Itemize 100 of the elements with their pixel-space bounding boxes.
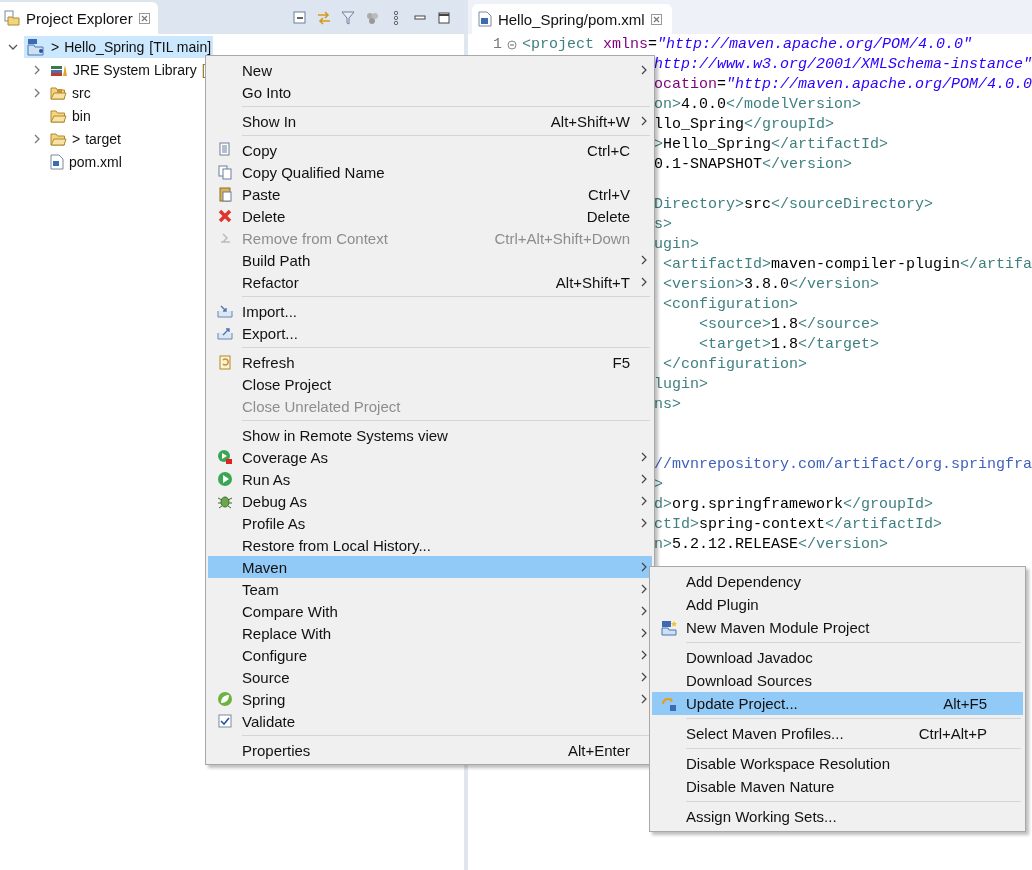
menu-item[interactable]: Show In Alt+Shift+W — [208, 110, 652, 132]
maven-file-icon — [477, 11, 492, 27]
menu-item[interactable]: Copy Qualified Name — [208, 161, 652, 183]
menu-item[interactable]: Disable Maven Nature — [652, 775, 1023, 798]
item-label: bin — [72, 107, 91, 124]
export-icon — [217, 325, 233, 341]
menu-item[interactable]: Source — [208, 666, 652, 688]
maven-update-icon — [661, 695, 677, 712]
tree-item[interactable]: bin — [48, 104, 93, 127]
tree-item[interactable]: > target — [48, 127, 123, 150]
code-line: d>org.springframework</groupId> — [653, 495, 933, 515]
menu-item[interactable]: New Maven Module Project — [652, 616, 1023, 639]
git-marker: > — [72, 130, 81, 147]
tree-item[interactable]: pom.xml — [48, 150, 124, 173]
menu-item[interactable]: Disable Workspace Resolution — [652, 752, 1023, 775]
menu-item[interactable]: Assign Working Sets... — [652, 805, 1023, 828]
folder-icon — [50, 131, 67, 146]
code-line: ugin> — [653, 235, 699, 255]
delete-icon — [217, 208, 233, 224]
xml-file-icon — [50, 153, 64, 170]
item-label: Hello_Spring — [64, 38, 145, 55]
code-line: <source>1.8</source> — [697, 315, 879, 335]
code-line: http://www.w3.org/2001/XMLSchema-instance" — [653, 55, 1032, 75]
menu-item[interactable]: Add Dependency — [652, 570, 1023, 593]
code-line: n>5.2.12.RELEASE</version> — [653, 535, 888, 555]
maven-module-icon — [661, 619, 677, 636]
code-line: 0.1-SNAPSHOT</version> — [653, 155, 852, 175]
code-line: <version>3.8.0</version> — [661, 275, 879, 295]
item-label: JRE System Library — [73, 61, 197, 78]
menu-item[interactable]: Coverage As — [208, 446, 652, 468]
source-folder-icon — [50, 85, 67, 100]
refresh-icon — [217, 354, 233, 370]
menu-item[interactable]: Debug As — [208, 490, 652, 512]
code-line: <artifactId>maven-compiler-plugin</artifa — [661, 255, 1032, 275]
code-line: </configuration> — [661, 355, 807, 375]
menu-item[interactable]: Spring — [208, 688, 652, 710]
code-line: ocation="http://maven.apache.org/POM/4.0.0 — [653, 75, 1032, 95]
code-line: s> — [653, 215, 672, 235]
menu-item[interactable]: Refactor Alt+Shift+T — [208, 271, 652, 293]
menu-item[interactable]: New — [208, 59, 652, 81]
expand-chevron-icon[interactable] — [32, 64, 42, 75]
menu-item[interactable]: Profile As — [208, 512, 652, 534]
filter-icon[interactable] — [339, 10, 356, 26]
menu-item[interactable]: Add Plugin — [652, 593, 1023, 616]
code-line: on>4.0.0</modelVersion> — [653, 95, 861, 115]
menu-item[interactable]: Team — [208, 578, 652, 600]
menu-item[interactable]: Export... — [208, 322, 652, 344]
menu-item[interactable]: Import... — [208, 300, 652, 322]
menu-item[interactable]: Update Project... Alt+F5 — [652, 692, 1023, 715]
menu-item[interactable]: Paste Ctrl+V — [208, 183, 652, 205]
close-icon[interactable] — [138, 12, 150, 24]
expand-chevron-icon[interactable] — [32, 133, 42, 144]
menu-item[interactable]: Validate — [208, 710, 652, 732]
menu-item[interactable]: Run As — [208, 468, 652, 490]
view-tab[interactable]: Project Explorer — [0, 2, 158, 34]
close-icon[interactable] — [650, 13, 662, 25]
menu-item[interactable]: Refresh F5 — [208, 351, 652, 373]
maximize-icon[interactable] — [435, 10, 452, 26]
code-line: ctId>spring-context</artifactId> — [653, 515, 942, 535]
menu-item[interactable]: Properties Alt+Enter — [208, 739, 652, 761]
menu-item[interactable]: Maven — [208, 556, 652, 578]
menu-item[interactable]: Replace With — [208, 622, 652, 644]
editor-tab[interactable]: Hello_Spring/pom.xml — [471, 4, 672, 34]
code-line: ns> — [653, 395, 681, 415]
menu-item[interactable]: Copy Ctrl+C — [208, 139, 652, 161]
collapse-all-icon[interactable] — [291, 10, 308, 26]
menu-item[interactable]: Go Into — [208, 81, 652, 103]
fold-icon[interactable] — [506, 40, 517, 50]
menu-item[interactable]: Select Maven Profiles... Ctrl+Alt+P — [652, 722, 1023, 745]
menu-item[interactable]: Close Project — [208, 373, 652, 395]
checkbox-icon — [217, 713, 233, 729]
code-line: Directory>src</sourceDirectory> — [653, 195, 933, 215]
tree-item[interactable]: > Hello_Spring [TIL main] — [24, 35, 214, 58]
menu-item[interactable]: Show in Remote Systems view — [208, 424, 652, 446]
item-label: src — [72, 84, 91, 101]
item-label: target — [85, 130, 121, 147]
spring-leaf-icon — [217, 691, 233, 707]
menu-item[interactable]: Download Javadoc — [652, 646, 1023, 669]
tree-item[interactable]: src — [48, 81, 93, 104]
copy-icon — [217, 164, 233, 180]
import-icon — [217, 303, 233, 319]
explorer-icon — [4, 10, 20, 26]
menu-item[interactable]: Delete Delete — [208, 205, 652, 227]
code-line: //mvnrepository.com/artifact/org.springfra — [653, 455, 1032, 475]
code-line: llo_Spring</groupId> — [653, 115, 834, 135]
item-label: pom.xml — [69, 153, 122, 170]
menu-item[interactable]: Build Path — [208, 249, 652, 271]
code-line: <target>1.8</target> — [697, 335, 879, 355]
copy-icon — [217, 142, 233, 158]
menu-item[interactable]: Configure — [208, 644, 652, 666]
expand-chevron-icon[interactable] — [32, 87, 42, 98]
menu-item[interactable]: Download Sources — [652, 669, 1023, 692]
coverage-icon — [217, 449, 233, 465]
code-line: >Hello_Spring</artifactId> — [653, 135, 888, 155]
menu-item[interactable]: Restore from Local History... — [208, 534, 652, 556]
line-number: 1 — [491, 35, 502, 55]
item-decoration: [TIL main] — [149, 38, 212, 55]
code-line: lugin> — [653, 375, 708, 395]
code-line: <configuration> — [661, 295, 798, 315]
menu-item[interactable]: Compare With — [208, 600, 652, 622]
